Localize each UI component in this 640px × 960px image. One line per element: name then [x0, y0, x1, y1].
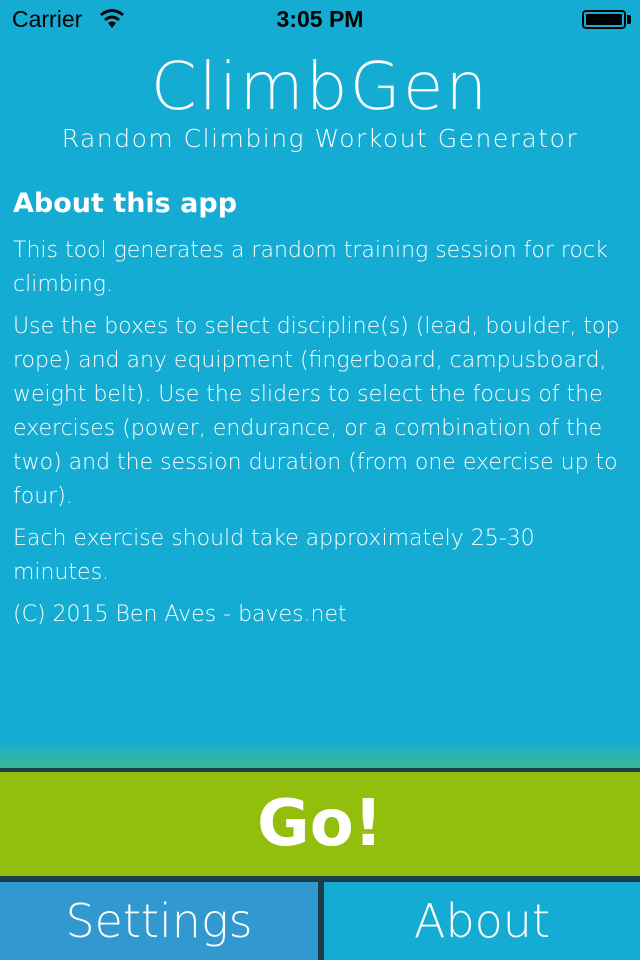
clock: 3:05 PM [276, 6, 364, 32]
tab-bar: Settings About [0, 880, 640, 960]
about-content: About this app This tool generates a ran… [13, 186, 625, 640]
status-bar: Carrier 3:05 PM [0, 0, 640, 40]
battery-icon [582, 10, 626, 29]
app-title: ClimbGen [150, 48, 490, 125]
go-area: Go! [0, 768, 640, 880]
about-paragraph: Each exercise should take approximately … [13, 526, 535, 585]
about-paragraph: Use the boxes to select discipline(s) (l… [13, 314, 620, 509]
tab-settings[interactable]: Settings [0, 882, 318, 960]
about-heading: About this app [13, 188, 238, 219]
go-button[interactable]: Go! [0, 772, 640, 876]
about-paragraph: This tool generates a random training se… [13, 238, 608, 297]
shadow-gradient [0, 740, 640, 768]
battery-nub [627, 15, 631, 24]
app-subtitle: Random Climbing Workout Generator [61, 124, 579, 153]
copyright-text: (C) 2015 Ben Aves - baves.net [13, 602, 347, 627]
tab-about[interactable]: About [324, 882, 640, 960]
